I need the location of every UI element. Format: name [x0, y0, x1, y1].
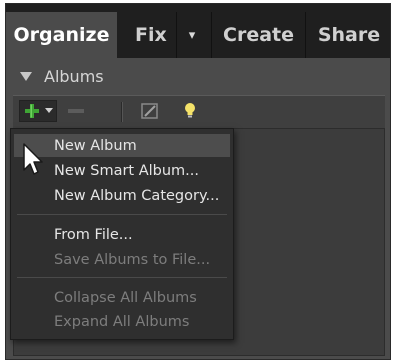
- tab-create[interactable]: Create: [212, 12, 305, 58]
- albums-toolbar: [13, 95, 385, 129]
- edit-icon: [141, 103, 158, 119]
- mouse-pointer-icon: [23, 143, 43, 175]
- menu-item-label: From File...: [54, 226, 133, 243]
- tip-button[interactable]: [181, 100, 199, 122]
- menu-item-label: New Album Category...: [54, 187, 220, 204]
- tab-fix[interactable]: Fix ▾: [118, 12, 210, 58]
- remove-album-button[interactable]: [63, 100, 89, 122]
- menu-item-label: Expand All Albums: [54, 313, 190, 330]
- albums-header-label: Albums: [44, 66, 104, 86]
- menu-item-from-file[interactable]: From File...: [14, 223, 230, 246]
- menu-item-expand-all-albums: Expand All Albums: [14, 310, 230, 333]
- lightbulb-icon: [185, 103, 195, 118]
- add-album-button[interactable]: [19, 100, 57, 122]
- menu-item-label: Collapse All Albums: [54, 289, 197, 306]
- albums-panel-header[interactable]: Albums: [6, 58, 390, 94]
- menu-separator: [17, 214, 227, 215]
- tab-create-label: Create: [223, 24, 294, 46]
- add-icon: [24, 104, 39, 118]
- tab-organize[interactable]: Organize: [6, 12, 117, 58]
- tab-share[interactable]: Share: [306, 12, 390, 58]
- menu-item-label: New Album: [54, 137, 137, 154]
- menu-item-label: New Smart Album...: [54, 162, 199, 179]
- tab-fix-label: Fix: [135, 24, 167, 46]
- tab-bar: Organize Fix ▾ Create Share: [6, 4, 390, 58]
- menu-item-save-albums-to-file: Save Albums to File...: [14, 248, 230, 271]
- menu-separator: [17, 277, 227, 278]
- menu-item-new-album[interactable]: New Album: [14, 134, 230, 157]
- menu-item-new-smart-album[interactable]: New Smart Album...: [14, 159, 230, 182]
- remove-icon: [68, 109, 84, 113]
- tab-share-label: Share: [317, 24, 381, 46]
- menu-item-new-album-category[interactable]: New Album Category...: [14, 184, 230, 207]
- fix-dropdown-icon[interactable]: ▾: [189, 28, 196, 43]
- expand-triangle-icon[interactable]: [20, 71, 32, 81]
- tab-organize-label: Organize: [13, 24, 110, 46]
- menu-item-label: Save Albums to File...: [54, 251, 211, 268]
- edit-album-button[interactable]: [139, 100, 161, 122]
- dropdown-arrow-icon: [44, 108, 53, 113]
- menu-item-collapse-all-albums: Collapse All Albums: [14, 286, 230, 309]
